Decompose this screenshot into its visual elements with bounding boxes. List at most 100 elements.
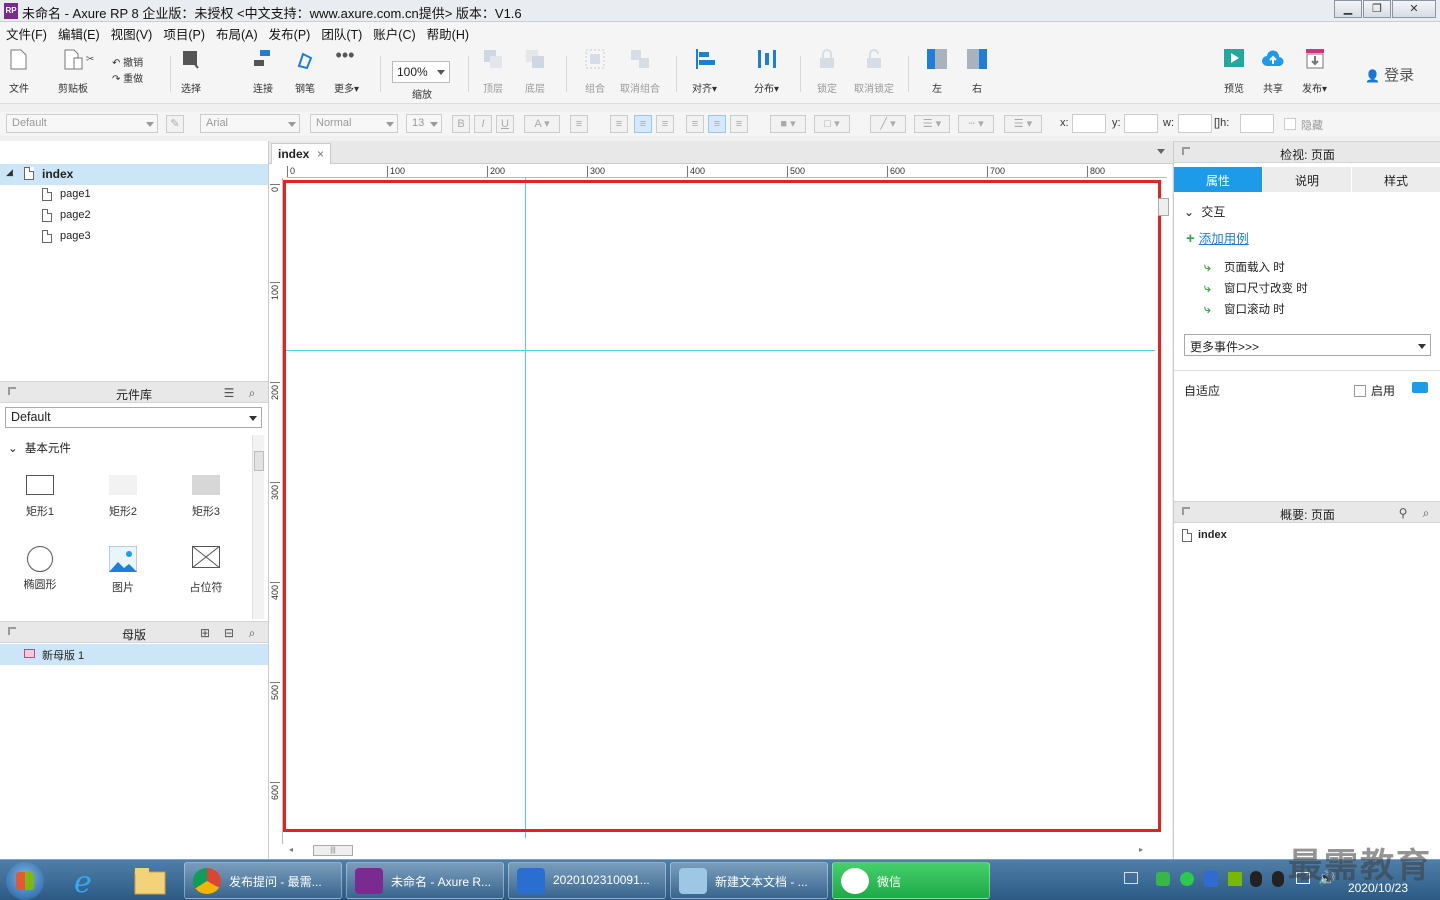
redo-button[interactable]: ↷ 重做 (112, 70, 143, 85)
widget-rectangle-3[interactable]: 矩形3 (176, 475, 236, 519)
clipboard-button[interactable]: 剪贴板 (58, 48, 88, 95)
scroll-thumb[interactable] (1158, 198, 1169, 216)
cut-icon[interactable]: ✂ (86, 54, 94, 65)
interaction-section[interactable]: ⌄ 交互 (1184, 203, 1225, 220)
connect-tool[interactable]: 连接 (252, 48, 274, 95)
align-center-icon[interactable]: ≡ (634, 115, 652, 133)
page-item-page1[interactable]: page1 (0, 185, 268, 206)
enable-adaptive-checkbox[interactable]: 启用 (1354, 382, 1395, 399)
bold-icon[interactable]: B (452, 115, 470, 133)
widget-image[interactable]: 图片 (93, 545, 153, 595)
menu-publish[interactable]: 发布(P) (269, 24, 311, 43)
nvidia-icon[interactable] (1228, 872, 1242, 886)
canvas-vertical-scrollbar[interactable] (1158, 194, 1170, 844)
w-input[interactable] (1178, 114, 1212, 133)
italic-icon[interactable]: I (474, 115, 492, 133)
line-style-icon[interactable]: ┄ ▾ (958, 115, 994, 133)
publish-button[interactable]: 发布▾ (1302, 48, 1327, 95)
task-wechat[interactable]: 微信 (832, 862, 990, 899)
start-button[interactable] (6, 862, 44, 900)
unlock-button[interactable]: 取消锁定 (854, 48, 894, 95)
align-left-icon[interactable]: ≡ (610, 115, 628, 133)
search-icon[interactable]: ⌕ (245, 386, 259, 400)
login-button[interactable]: 👤 登录 (1365, 64, 1414, 85)
y-input[interactable] (1124, 114, 1158, 133)
line-width-icon[interactable]: ☰ ▾ (914, 115, 950, 133)
file-button[interactable]: 文件 (8, 48, 30, 95)
widget-rectangle-2[interactable]: 矩形2 (93, 475, 153, 519)
search-icon[interactable]: ⌕ (245, 626, 259, 640)
menu-edit[interactable]: 编辑(E) (58, 24, 100, 43)
library-scrollbar[interactable] (252, 435, 264, 619)
basic-widgets-section[interactable]: ⌄ 基本元件 (8, 440, 71, 456)
line-color-icon[interactable]: ╱ ▾ (870, 115, 906, 133)
canvas-horizontal-scrollbar[interactable]: ◂ ||| ▸ (287, 845, 1147, 857)
add-master-icon[interactable]: ⊞ (198, 626, 212, 640)
more-tools[interactable]: ••• 更多▾ (334, 46, 359, 95)
group-button[interactable]: 组合 (584, 48, 606, 95)
distribute-button[interactable]: 分布▾ (754, 48, 779, 95)
h-input[interactable] (1240, 114, 1274, 133)
wechat-tray-icon[interactable] (1180, 872, 1194, 886)
zoom-select[interactable]: 100% (392, 61, 450, 83)
align-right-icon[interactable]: ≡ (656, 115, 674, 133)
style-edit-icon[interactable]: ✎ (166, 115, 184, 133)
menu-project[interactable]: 项目(P) (163, 24, 205, 43)
style-select[interactable]: Default (6, 114, 158, 133)
event-window-scroll[interactable]: ⤷ 窗口滚动 时 (1204, 301, 1285, 317)
collapse-triangle-icon[interactable]: ◢ (6, 167, 13, 178)
tab-index[interactable]: index × (271, 143, 331, 164)
share-button[interactable]: 共享 (1262, 48, 1284, 95)
filter-icon[interactable]: ⚲ (1396, 506, 1410, 520)
ungroup-button[interactable]: 取消组合 (620, 48, 660, 95)
menu-file[interactable]: 文件(F) (6, 24, 47, 43)
event-window-resize[interactable]: ⤷ 窗口尺寸改变 时 (1204, 280, 1308, 296)
task-axure[interactable]: 未命名 - Axure R... (346, 862, 504, 899)
qq-icon[interactable] (1272, 871, 1284, 887)
pen-tool[interactable]: 钢笔 (294, 48, 316, 95)
event-page-load[interactable]: ⤷ 页面载入 时 (1204, 259, 1285, 275)
library-select[interactable]: Default (5, 407, 262, 428)
scroll-thumb[interactable] (254, 451, 264, 471)
tab-style[interactable]: 样式 (1352, 167, 1440, 192)
page-item-page3[interactable]: page3 (0, 227, 268, 248)
ie-icon[interactable]: e (70, 864, 110, 900)
tab-properties[interactable]: 属性 (1174, 167, 1263, 192)
menu-account[interactable]: 账户(C) (373, 24, 415, 43)
arrow-style-icon[interactable]: ☰ ▾ (1004, 115, 1042, 133)
fill-color-icon[interactable]: ■ ▾ (770, 115, 806, 133)
font-color-icon[interactable]: A ▾ (524, 115, 560, 133)
maximize-icon[interactable]: ❐ (1363, 0, 1391, 18)
scroll-right-icon[interactable]: ▸ (1139, 845, 1143, 854)
shield-icon[interactable] (1204, 871, 1218, 887)
menu-team[interactable]: 团队(T) (321, 24, 362, 43)
task-word[interactable]: 2020102310091... (508, 862, 666, 899)
menu-icon[interactable]: ☰ (222, 386, 236, 400)
send-to-bottom-button[interactable]: 底层 (524, 48, 546, 95)
adaptive-views-icon[interactable] (1412, 382, 1428, 393)
select-tool[interactable]: 选择 (180, 48, 202, 95)
page-item-page2[interactable]: page2 (0, 206, 268, 227)
add-folder-icon[interactable]: ⊟ (222, 626, 236, 640)
preview-button[interactable]: 预览 (1223, 48, 1245, 95)
tray-app-icon[interactable] (1156, 872, 1170, 886)
valign-middle-icon[interactable]: ≡ (708, 115, 726, 133)
task-notepad[interactable]: 新建文本文档 - ... (670, 862, 828, 899)
bullets-icon[interactable]: ≡ (570, 115, 588, 133)
design-canvas[interactable] (283, 178, 1161, 844)
undo-button[interactable]: ↶ 撤销 (112, 54, 143, 69)
left-panel-toggle[interactable]: 左 (926, 48, 948, 95)
search-icon[interactable]: ⌕ (1419, 506, 1433, 520)
widget-rectangle-1[interactable]: 矩形1 (10, 475, 70, 519)
more-events-select[interactable]: 更多事件>>> (1184, 334, 1431, 356)
scroll-left-icon[interactable]: ◂ (289, 845, 293, 854)
close-icon[interactable]: ✕ (1392, 0, 1436, 18)
task-chrome[interactable]: 发布提问 - 最需... (184, 862, 342, 899)
valign-top-icon[interactable]: ≡ (686, 115, 704, 133)
hidden-checkbox[interactable] (1284, 118, 1296, 130)
qq-icon[interactable] (1250, 871, 1262, 887)
minimize-icon[interactable]: ▁ (1334, 0, 1362, 18)
master-item[interactable]: 新母版 1 (0, 644, 268, 665)
add-case-link[interactable]: + 添加用例 (1186, 228, 1249, 247)
lock-button[interactable]: 锁定 (816, 48, 838, 95)
